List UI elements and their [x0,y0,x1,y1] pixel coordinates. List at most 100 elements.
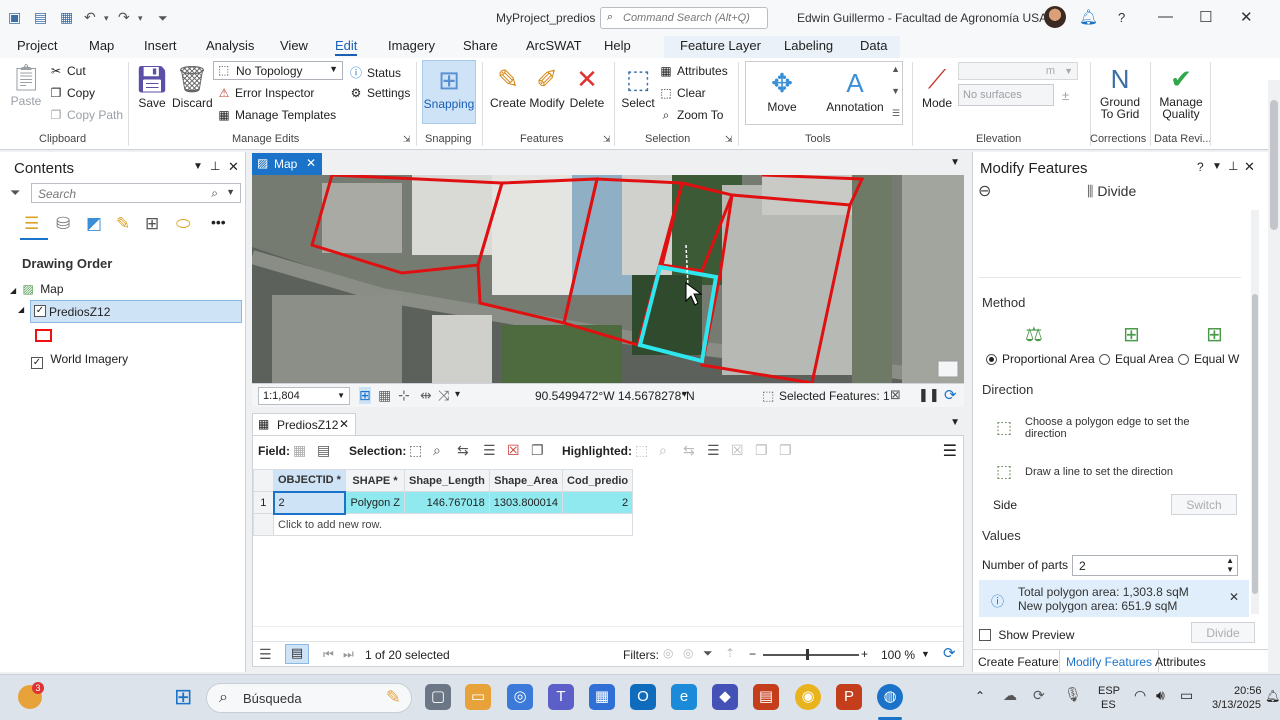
refresh-icon[interactable]: ⟳ [944,386,957,404]
cell-objectid[interactable]: 2 [272,490,347,515]
ground-to-grid-button[interactable]: N Ground To Grid [1094,62,1146,120]
language-code[interactable]: ESP [1098,685,1120,697]
wifi-icon[interactable]: ◠ [1134,687,1146,704]
edge-icon[interactable]: e [671,684,697,710]
overview-icon[interactable] [937,360,959,378]
zoom-in-icon[interactable]: + [861,647,868,661]
dialog-launcher-icon[interactable]: ⇲ [403,134,411,145]
tab-insert[interactable]: Insert [144,38,177,53]
close-tab-icon[interactable]: ✕ [339,417,349,431]
show-all-records-icon[interactable]: ☰ [259,646,272,663]
highlight-unselect-icon[interactable]: ☰ [707,442,720,459]
correction-icon[interactable]: ⤨ [438,387,449,404]
clock-time[interactable]: 20:56 [1234,685,1262,697]
attributes-button[interactable]: ▦ Attributes [658,64,727,78]
tab-project[interactable]: Project [17,38,57,53]
chevron-down-icon[interactable]: ▾ [682,389,687,400]
tree-item-world-imagery[interactable]: ✓ World Imagery [31,352,128,369]
redo-dropdown-icon[interactable]: ▾ [138,13,143,24]
elevation-offset-icon[interactable]: ± [1062,88,1069,103]
column-header-shape[interactable]: SHAPE * [344,469,406,492]
row-number[interactable]: 1 [253,491,274,514]
divide-button[interactable]: Divide [1191,622,1255,643]
cell-shape-length[interactable]: 146.767018 [404,491,490,514]
tab-arcswat[interactable]: ArcSWAT [526,38,582,53]
copilot-icon[interactable]: ◎ [507,684,533,710]
column-header-shape-length[interactable]: Shape_Length [404,469,490,492]
file-explorer-icon[interactable]: ▭ [465,684,491,710]
tab-help[interactable]: Help [604,38,631,53]
pane-scrollbar[interactable] [1251,210,1259,614]
outlook-icon[interactable]: O [630,684,656,710]
filter-extent-icon[interactable]: ◎ [663,646,673,660]
list-by-editing-icon[interactable]: ✎ [116,214,130,234]
zoom-to-selection-icon[interactable]: ⌕ [433,442,441,459]
switch-button[interactable]: Switch [1171,494,1237,515]
tab-share[interactable]: Share [463,38,498,53]
map-scale-select[interactable]: 1:1,804 ▼ [258,387,350,405]
clock-date[interactable]: 3/13/2025 [1212,699,1261,711]
layer-visibility-checkbox[interactable]: ✓ [31,357,43,369]
clear-selection-button[interactable]: ⬚ Clear [658,86,705,100]
zoom-to-button[interactable]: ⌕ Zoom To [658,108,724,123]
column-header-objectid[interactable]: OBJECTID * [273,469,346,492]
list-by-selection-icon[interactable]: ◩ [86,214,102,234]
pane-scrollbar-thumb[interactable] [1252,294,1258,594]
filter-selection-icon[interactable]: ◎ [683,646,693,660]
pause-drawing-icon[interactable]: ❚❚ [918,387,940,403]
open-project-icon[interactable]: ▤ [34,9,47,26]
undo-icon[interactable]: ↶ [84,9,96,26]
taskbar-search[interactable]: ⌕ Búsqueda ✎ [206,683,412,713]
pin-icon[interactable]: ⊥ [210,159,220,173]
notifications-icon[interactable]: 🔔︎ [1079,8,1098,26]
tab-data[interactable]: Data [860,38,887,53]
tree-item-prediosz12[interactable]: ◢ ✓ PrediosZ12 [18,300,242,323]
tab-create-features[interactable]: Create Features [978,655,1065,669]
zoom-slider[interactable] [763,654,859,656]
feature-list-area[interactable] [979,208,1241,278]
annotation-button[interactable]: A Annotation [820,66,890,114]
copy-path-button[interactable]: ❐ Copy Path [48,108,123,122]
tab-feature-layer[interactable]: Feature Layer [680,38,761,53]
chevron-down-icon[interactable]: ▼ [921,649,930,659]
method-equal-area-radio[interactable]: Equal Area [1099,352,1174,366]
list-by-snapping-icon[interactable]: ⊞ [145,214,159,234]
back-arrow-icon[interactable]: ⊖ [978,181,991,201]
settings-button[interactable]: ⚙ Settings [348,86,411,100]
tab-map-view[interactable]: ▨ Map ✕ [252,153,322,175]
create-button[interactable]: ✎ Create [489,62,527,110]
vscode-icon[interactable]: ◆ [712,684,738,710]
save-edits-button[interactable]: 💾︎ Save [134,62,170,110]
direction-draw-line-option[interactable]: ⬚ Draw a line to set the direction [993,462,1233,481]
notification-center-icon[interactable]: 🔔︎ [1265,689,1280,703]
redo-icon[interactable]: ↷ [118,9,130,26]
manage-quality-button[interactable]: ✔ Manage Quality [1154,62,1208,120]
discard-edits-button[interactable]: 🗑︎ Discard [172,62,213,110]
filter-icon[interactable]: ⏷ [10,185,20,201]
pin-icon[interactable]: ⊥ [1228,159,1238,173]
list-by-labeling-icon[interactable]: ⬭ [176,214,191,234]
collapse-icon[interactable]: ◢ [10,286,16,295]
layer-visibility-checkbox[interactable]: ✓ [34,305,46,317]
microphone-icon[interactable]: 🎙︎ [1064,686,1082,703]
tray-overflow-icon[interactable]: ⌃ [975,689,985,703]
avatar[interactable] [1044,6,1066,28]
teams-icon[interactable]: T [548,684,574,710]
filter-icon[interactable]: ⏷ [703,646,713,661]
cell-shape-area[interactable]: 1303.800014 [488,491,564,514]
next-record-icon[interactable]: ⏭ [343,647,354,662]
filter-clear-icon[interactable]: ⇡ [725,646,735,660]
delete-selection-icon[interactable]: ☒ [507,442,520,459]
gallery-expand-icon[interactable]: ☰ [892,108,900,119]
select-by-attributes-icon[interactable]: ⬚ [409,442,422,459]
error-inspector-button[interactable]: ⚠ Error Inspector [216,86,315,100]
tab-attributes[interactable]: Attributes [1155,655,1206,669]
select-button[interactable]: ⬚ Select [620,62,656,110]
maximize-icon[interactable]: ☐ [1199,8,1212,26]
cell-shape[interactable]: Polygon Z [344,491,406,514]
sync-icon[interactable]: ⟳ [1033,687,1045,704]
more-options-icon[interactable]: ••• [211,214,226,230]
contents-search-input[interactable]: Search ⌕ ▼ [31,183,241,203]
highlight-copy-icon[interactable]: ❐ [755,442,768,459]
gallery-down-icon[interactable]: ▼ [891,86,900,96]
